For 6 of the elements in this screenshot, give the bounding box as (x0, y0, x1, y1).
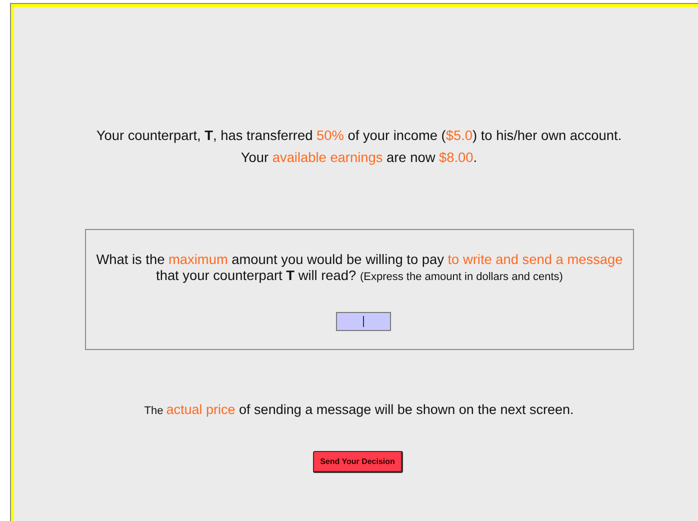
note-text: The actual price of sending a message will be shown on the next screen. (143, 402, 575, 417)
send-decision-button[interactable]: Send Your Decision (313, 451, 403, 473)
status-text: Your counterpart, T, has transferred 50% of your income ($5.0) to his/her own account. (96, 128, 622, 143)
status-text: Your available earnings are now $8.00. (240, 150, 478, 165)
question-text: What is the maximum amount you would be willing to pay to write and send a message that your counterpart T will read? (Express the amount in dollars and cents) (95, 252, 624, 285)
amount-field[interactable] (336, 312, 390, 331)
